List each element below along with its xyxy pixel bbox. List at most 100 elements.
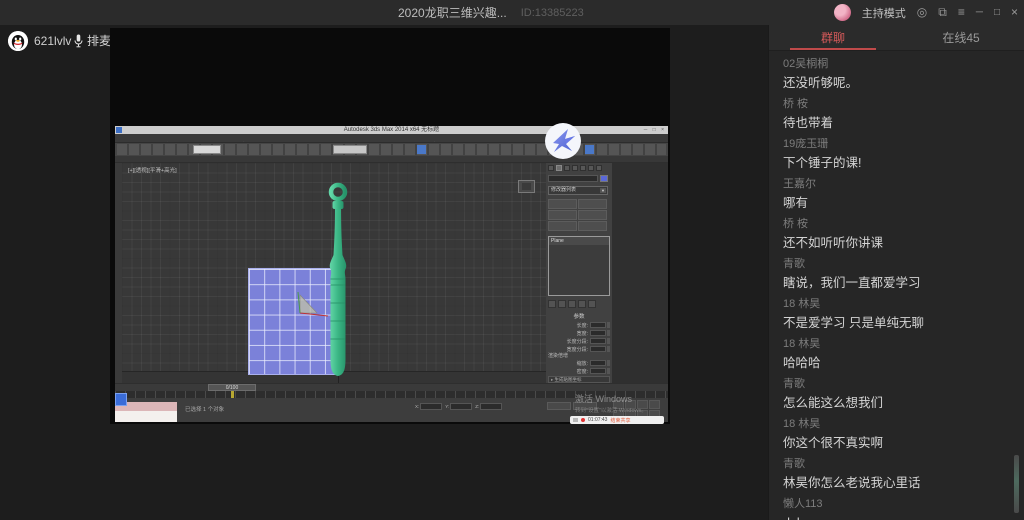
param-row: 长度分段: (548, 337, 610, 345)
param-row: 宽度: (548, 329, 610, 337)
stack-tool-buttons[interactable] (548, 300, 596, 308)
render-setup-icon[interactable] (585, 145, 594, 154)
record-icon[interactable]: ◎ (917, 0, 927, 25)
watermark-line1: 激活 Windows (575, 392, 647, 405)
max-main-area: [+][透视][平滑+高光] (115, 163, 668, 383)
chat-scrollbar-thumb[interactable] (1014, 455, 1019, 513)
chat-message: 桥 桉 还不如听听你讲课 (783, 218, 1011, 251)
chat-text: 哪有 (783, 195, 1011, 211)
chat-text: 你这个很不真实啊 (783, 435, 1011, 451)
chat-username[interactable]: 18 林昊 (783, 338, 1011, 351)
param-label: 长度: (548, 322, 590, 329)
object-name-field[interactable] (548, 175, 598, 182)
rollout-header[interactable]: 生成贴图坐标 (548, 376, 610, 383)
chat-message: 19庞玉珊 下个锤子的课! (783, 138, 1011, 171)
mic-icon (74, 34, 83, 48)
maximize-icon[interactable]: □ (994, 0, 1000, 25)
chat-text: 怎么能这么想我们 (783, 395, 1011, 411)
param-row: 密度: (548, 367, 610, 375)
param-spinner[interactable] (607, 368, 610, 374)
named-selection-dropdown[interactable] (333, 145, 367, 154)
coordinate-field[interactable]: Z: (475, 403, 502, 410)
modifier-buttons[interactable] (548, 199, 609, 231)
stack-item[interactable]: Plane (549, 237, 609, 245)
chat-username[interactable]: 王嘉尔 (783, 178, 1011, 191)
chat-message: 懒人113 del (783, 498, 1011, 520)
current-frame-marker[interactable] (231, 391, 234, 398)
close-icon[interactable]: × (1011, 0, 1018, 25)
chat-username[interactable]: 02吴桐桐 (783, 58, 1011, 71)
tab-online-count[interactable]: 在线45 (897, 25, 1024, 50)
queue-mic-button[interactable]: 排麦 (74, 32, 111, 49)
param-value-field[interactable] (590, 330, 606, 336)
modifier-list-label: 修改器列表 (551, 187, 576, 193)
param-spinner[interactable] (607, 338, 610, 344)
time-slider-handle[interactable]: 0/100 (208, 384, 256, 391)
command-panel-tabs[interactable] (548, 165, 602, 171)
chat-username[interactable]: 18 林昊 (783, 418, 1011, 431)
chat-message: 18 林昊 不是爱学习 只是单纯无聊 (783, 298, 1011, 331)
max-titlebar: Autodesk 3ds Max 2014 x64 无标题 ─ □ × (115, 126, 668, 134)
param-value-field[interactable] (590, 368, 606, 374)
panel-right-strip (612, 163, 668, 383)
share-control-pill[interactable]: 01:07:43 结束共享 (570, 416, 664, 424)
stop-share-button[interactable]: 结束共享 (610, 417, 630, 424)
max-menubar: 编辑(E)工具(T)组(G)视图(V)创建(C)修改器(M)动画(A)图形编辑器… (115, 134, 668, 143)
max-main-toolbar[interactable] (115, 143, 668, 156)
snap-toggle-icon[interactable] (417, 145, 426, 154)
param-value-field[interactable] (590, 346, 606, 352)
host-avatar[interactable] (834, 4, 851, 21)
chat-message: 02吴桐桐 还没听够呢。 (783, 58, 1011, 91)
param-label: 密度: (548, 368, 590, 375)
parameters-title: 参数 (546, 312, 612, 320)
coordinate-field[interactable]: X: (415, 403, 442, 410)
param-spinner[interactable] (607, 330, 610, 336)
chat-username[interactable]: 桥 桉 (783, 98, 1011, 111)
taskbar-app-icon[interactable] (115, 393, 127, 406)
object-color-swatch[interactable] (600, 175, 608, 182)
chat-message: 青歌 林昊你怎么老说我心里话 (783, 458, 1011, 491)
chat-message: 王嘉尔 哪有 (783, 178, 1011, 211)
chat-username[interactable]: 青歌 (783, 378, 1011, 391)
max-window-title: Autodesk 3ds Max 2014 x64 无标题 (115, 126, 668, 134)
param-value-field[interactable] (590, 338, 606, 344)
chat-username[interactable]: 青歌 (783, 458, 1011, 471)
viewport-label[interactable]: [+][透视][平滑+高光] (128, 166, 177, 174)
param-value-field[interactable] (590, 360, 606, 366)
status-text: 已选择 1 个对象 (185, 405, 224, 413)
viewport[interactable]: [+][透视][平滑+高光] (122, 163, 546, 383)
host-mode-label[interactable]: 主持模式 (862, 5, 906, 21)
screen-share-stage[interactable]: Autodesk 3ds Max 2014 x64 无标题 ─ □ × 编辑(E… (110, 28, 670, 424)
max-ribbon-tabs: 建模自由形式选择对象绘制填充 (115, 156, 668, 163)
chat-username[interactable]: 青歌 (783, 258, 1011, 271)
popout-icon[interactable]: ⧉ (938, 0, 947, 25)
param-spinner[interactable] (607, 360, 610, 366)
menu-icon[interactable]: ≡ (958, 0, 965, 25)
param-value-field[interactable] (590, 322, 606, 328)
time-slider[interactable]: 0/100 (115, 383, 668, 391)
param-spinner[interactable] (607, 322, 610, 328)
coordinate-field[interactable]: Y: (445, 403, 472, 410)
tab-group-chat[interactable]: 群聊 (769, 25, 897, 50)
app-titlebar: 2020龙职三维兴趣... ID:13385223 主持模式 ◎ ⧉ ≡ ─ □… (0, 0, 1024, 25)
max-window: Autodesk 3ds Max 2014 x64 无标题 ─ □ × 编辑(E… (115, 126, 668, 422)
qq-penguin-avatar (8, 31, 28, 51)
green-model-object[interactable] (122, 163, 546, 383)
max-window-buttons[interactable]: ─ □ × (644, 126, 666, 134)
viewer-chip[interactable]: 621lvlv (8, 31, 71, 51)
viewcube[interactable] (518, 180, 535, 193)
param-spinner[interactable] (607, 346, 610, 352)
chat-username[interactable]: 19庞玉珊 (783, 138, 1011, 151)
chat-username[interactable]: 18 林昊 (783, 298, 1011, 311)
modifier-list-dropdown[interactable]: 修改器列表 ▼ (548, 186, 608, 195)
selection-filter-dropdown[interactable] (193, 145, 221, 154)
modifier-stack[interactable]: Plane (548, 236, 610, 296)
room-title: 2020龙职三维兴趣... (398, 4, 507, 21)
chat-username[interactable]: 桥 桉 (783, 218, 1011, 231)
minimize-icon[interactable]: ─ (976, 0, 983, 25)
chat-message-list[interactable]: 02吴桐桐 还没听够呢。 桥 桉 待也带着 19庞玉珊 下个锤子的课! 王嘉尔 … (769, 51, 1024, 520)
bird-logo (545, 123, 581, 159)
coordinate-label: Y: (445, 404, 449, 409)
param-label: 宽度: (548, 330, 590, 337)
chat-username[interactable]: 懒人113 (783, 498, 1011, 511)
